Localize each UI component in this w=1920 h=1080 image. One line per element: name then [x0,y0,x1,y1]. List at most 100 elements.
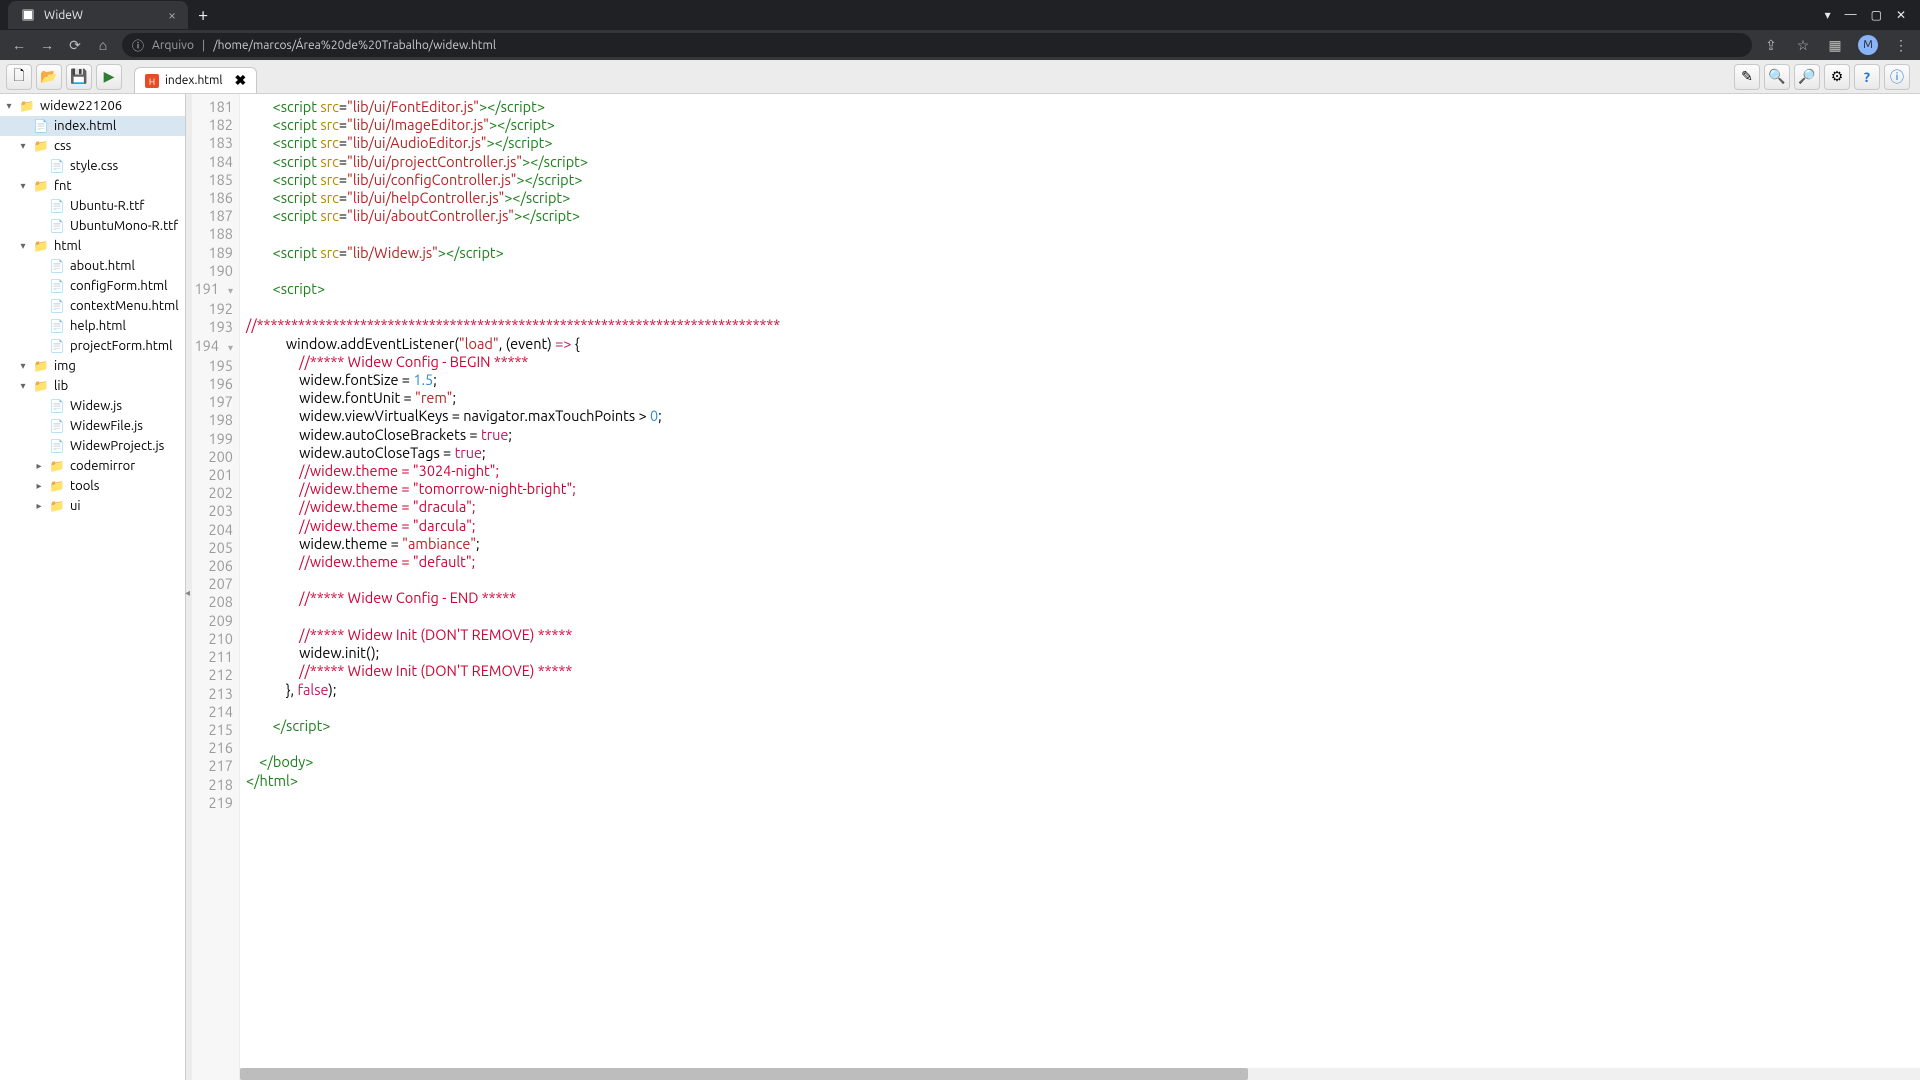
disclosure-triangle-icon[interactable]: ▾ [18,380,28,392]
line-number[interactable]: 191▾ [192,280,233,300]
tree-file-style.css[interactable]: style.css [0,156,185,176]
code-line[interactable]: widew.fontSize = 1.5; [246,371,1920,389]
line-number[interactable]: 185 [192,171,233,189]
disclosure-triangle-icon[interactable]: ▾ [18,180,28,192]
fold-marker-icon[interactable]: ▾ [221,339,233,357]
new-tab-button[interactable]: + [188,5,218,25]
tree-folder-fnt[interactable]: ▾fnt [0,176,185,196]
line-number[interactable]: 218 [192,776,233,794]
line-number[interactable]: 200 [192,448,233,466]
disclosure-triangle-icon[interactable]: ▸ [34,500,44,512]
code-line[interactable]: <script src="lib/ui/aboutController.js">… [246,207,1920,225]
line-number[interactable]: 201 [192,466,233,484]
code-line[interactable]: //widew.theme = "default"; [246,553,1920,571]
code-line[interactable]: widew.theme = "ambiance"; [246,535,1920,553]
code-line[interactable] [246,790,1920,808]
line-number[interactable]: 182 [192,116,233,134]
disclosure-triangle-icon[interactable]: ▾ [18,360,28,372]
line-number[interactable]: 215 [192,721,233,739]
code-line[interactable]: //widew.theme = "tomorrow-night-bright"; [246,480,1920,498]
nav-reload-button[interactable]: ⟳ [66,37,84,54]
tree-file-contextMenu.html[interactable]: contextMenu.html [0,296,185,316]
tree-folder-img[interactable]: ▾img [0,356,185,376]
tree-file-Widew.js[interactable]: Widew.js [0,396,185,416]
line-number[interactable]: 216 [192,739,233,757]
code-line[interactable]: <script src="lib/ui/configController.js"… [246,171,1920,189]
fold-marker-icon[interactable]: ▾ [221,282,233,300]
tree-file-index.html[interactable]: index.html [0,116,185,136]
code-line[interactable]: </body> [246,753,1920,771]
disclosure-triangle-icon[interactable]: ▾ [18,240,28,252]
code-line[interactable]: widew.fontUnit = "rem"; [246,389,1920,407]
code-line[interactable] [246,225,1920,243]
tree-file-projectForm.html[interactable]: projectForm.html [0,336,185,356]
line-number[interactable]: 202 [192,484,233,502]
find-button[interactable]: 🔍 [1764,64,1790,90]
code-line[interactable] [246,608,1920,626]
line-number[interactable]: 187 [192,207,233,225]
code-line[interactable]: //***** Widew Config - BEGIN ***** [246,353,1920,371]
line-number[interactable]: 196 [192,375,233,393]
code-line[interactable]: widew.autoCloseBrackets = true; [246,426,1920,444]
bookmark-button[interactable]: ☆ [1794,37,1812,54]
tree-file-about.html[interactable]: about.html [0,256,185,276]
code-line[interactable] [246,735,1920,753]
code-line[interactable]: <script src="lib/ui/FontEditor.js"></scr… [246,98,1920,116]
line-number[interactable]: 193 [192,318,233,336]
code-line[interactable] [246,298,1920,316]
settings-button[interactable]: ⚙ [1824,64,1850,90]
tree-folder-codemirror[interactable]: ▸codemirror [0,456,185,476]
line-number[interactable]: 203 [192,502,233,520]
site-info-icon[interactable]: ⓘ [132,37,144,54]
disclosure-triangle-icon[interactable]: ▾ [4,100,14,112]
edit-button[interactable]: ✎ [1734,64,1760,90]
line-number[interactable]: 199 [192,430,233,448]
nav-forward-button[interactable]: → [38,37,56,53]
code-line[interactable]: widew.init(); [246,644,1920,662]
line-number[interactable]: 211 [192,648,233,666]
browser-tab-close-icon[interactable]: × [168,7,176,23]
line-number[interactable]: 186 [192,189,233,207]
share-button[interactable]: ⇪ [1762,37,1780,54]
code-line[interactable]: </html> [246,772,1920,790]
code-line[interactable]: <script src="lib/Widew.js"></script> [246,244,1920,262]
help-button[interactable]: ? [1854,64,1880,90]
line-number[interactable]: 213 [192,685,233,703]
code-line[interactable]: widew.viewVirtualKeys = navigator.maxTou… [246,407,1920,425]
tree-folder-tools[interactable]: ▸tools [0,476,185,496]
tree-folder-widew221206[interactable]: ▾widew221206 [0,96,185,116]
line-number[interactable]: 212 [192,666,233,684]
code-line[interactable]: //**************************************… [246,316,1920,334]
code-line[interactable] [246,571,1920,589]
code-content[interactable]: <script src="lib/ui/FontEditor.js"></scr… [240,94,1920,1080]
code-line[interactable]: <script src="lib/ui/AudioEditor.js"></sc… [246,134,1920,152]
tree-file-WidewFile.js[interactable]: WidewFile.js [0,416,185,436]
code-line[interactable]: //***** Widew Init (DON'T REMOVE) ***** [246,626,1920,644]
line-number[interactable]: 190 [192,262,233,280]
code-line[interactable] [246,262,1920,280]
line-number[interactable]: 188 [192,225,233,243]
nav-home-button[interactable]: ⌂ [94,37,112,53]
profile-avatar-button[interactable]: M [1858,35,1878,55]
line-number[interactable]: 192 [192,300,233,318]
code-line[interactable]: widew.autoCloseTags = true; [246,444,1920,462]
code-line[interactable]: //***** Widew Config - END ***** [246,589,1920,607]
disclosure-triangle-icon[interactable]: ▸ [34,480,44,492]
new-file-button[interactable]: 🗋 [6,64,32,90]
tree-file-help.html[interactable]: help.html [0,316,185,336]
line-number[interactable]: 210 [192,630,233,648]
browser-menu-button[interactable]: ⋮ [1892,37,1910,54]
line-number[interactable]: 209 [192,612,233,630]
code-line[interactable]: <script src="lib/ui/projectController.js… [246,153,1920,171]
tree-folder-css[interactable]: ▾css [0,136,185,156]
about-button[interactable]: ⓘ [1884,64,1910,90]
disclosure-triangle-icon[interactable]: ▸ [34,460,44,472]
editor-tab-close-button[interactable]: ✖ [235,72,247,89]
tree-folder-ui[interactable]: ▸ui [0,496,185,516]
code-line[interactable]: window.addEventListener("load", (event) … [246,335,1920,353]
line-number[interactable]: 204 [192,521,233,539]
code-line[interactable] [246,699,1920,717]
code-line[interactable]: <script src="lib/ui/helpController.js"><… [246,189,1920,207]
line-number[interactable]: 181 [192,98,233,116]
tab-search-caret-icon[interactable]: ▾ [1825,8,1831,22]
